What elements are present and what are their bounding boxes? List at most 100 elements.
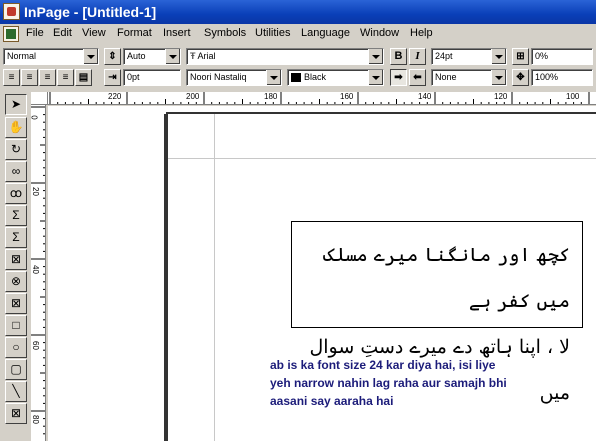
rtl-direction-button[interactable]: ➡ [390,69,407,86]
leading-icon: ⇕ [108,51,117,62]
scale-value: 100% [535,72,559,82]
menu-language[interactable]: Language [301,27,350,39]
page-top-edge [166,112,596,114]
toolbox: ➤ ✋ ↻ ∞ ꝏ Σ Σ ⊠ ⊗ ⊠ □ ○ ▢ ╲ ⊠ [2,92,30,441]
align-center-button[interactable]: ≡ [21,69,38,86]
ruler-v-label: 80 [31,415,40,424]
justify-button[interactable]: ≡ [57,69,74,86]
text-box-icon: Σ [12,208,20,222]
urdu-text-box[interactable]: کچھ اور مانگنا میرے مسلک میں کفر ہے لا ،… [291,221,583,404]
color-dropdown[interactable]: Black [287,69,384,86]
title-bar: InPage - [Untitled-1] [0,0,596,24]
ruler-h-label: 100 [566,92,580,101]
style-dropdown[interactable]: Normal [3,48,99,65]
menu-window[interactable]: Window [360,27,399,39]
ruler-origin[interactable] [31,92,48,105]
bold-button[interactable]: B [390,48,407,65]
tracking-value: 0% [535,51,549,61]
tracking-button[interactable]: ⊞ [512,48,529,65]
menu-symbols[interactable]: Symbols [204,27,246,39]
annotation-text[interactable]: ab is ka font size 24 kar diya hai, isi … [270,356,590,410]
text-tool[interactable]: Σ [5,205,27,226]
rounded-picture-tool[interactable]: ⊠ [5,293,27,314]
horizontal-ruler-ticks [49,92,590,104]
document-canvas[interactable]: کچھ اور مانگنا میرے مسلک میں کفر ہے لا ،… [48,106,596,441]
font-dropdown[interactable]: Ŧ Arial [186,48,384,65]
ruler-v-label: 40 [31,265,40,274]
pointer-tool[interactable]: ➤ [5,94,27,115]
link-icon: ∞ [11,164,21,178]
scale-button[interactable]: ✥ [512,69,529,86]
scale-icon: ✥ [516,72,525,83]
arrow-left-icon: ⬅ [413,72,422,83]
rotate-icon: ↻ [10,142,22,156]
align-center-icon: ≡ [26,72,33,83]
tracking-icon: ⊞ [516,51,525,62]
font-size-value: 24pt [435,51,453,61]
ellipse-tool[interactable]: ○ [5,337,27,358]
ruler-h-label: 180 [264,92,278,101]
justify-icon: ≡ [62,72,69,83]
rectangle-icon: □ [12,318,20,332]
align-left-button[interactable]: ≡ [39,69,56,86]
menu-bar: File Edit View Format Insert Symbols Uti… [0,24,596,44]
line-icon: ╲ [12,384,20,398]
menu-insert[interactable]: Insert [163,27,191,39]
unlink-tool[interactable]: ꝏ [5,183,27,204]
menu-utilities[interactable]: Utilities [255,27,290,39]
align-right-icon: ≡ [8,72,15,83]
ruler-v-label: 0 [31,115,39,119]
page-left-edge [164,114,168,441]
document-icon[interactable] [3,26,19,42]
ruler-v-label: 60 [31,341,40,350]
crossed-line-tool[interactable]: ⊠ [5,403,27,424]
oval-picture-tool[interactable]: ⊗ [5,271,27,292]
picture-box-icon: ⊠ [10,252,22,266]
indent-field[interactable]: 0pt [123,69,181,86]
force-justify-button[interactable]: ▤ [75,69,92,86]
font-size-dropdown[interactable]: 24pt [431,48,507,65]
ruler-v-label: 20 [31,187,40,196]
menu-help[interactable]: Help [410,27,433,39]
leading-dropdown[interactable]: Auto [123,48,181,65]
menu-view[interactable]: View [82,27,106,39]
pointer-icon: ➤ [10,97,22,111]
formatting-toolbar-top: Normal ⇕ Auto Ŧ Arial B I 24pt ⊞ 0% [0,46,596,68]
italic-label: I [415,50,420,62]
rounded-picture-icon: ⊠ [10,296,22,310]
menu-file[interactable]: File [26,27,44,39]
rectangle-tool[interactable]: □ [5,315,27,336]
vertical-ruler[interactable]: 0 20 40 60 80 [31,105,46,441]
urdu-font-value: Noori Nastaliq [190,72,247,82]
color-value: Black [304,72,327,82]
scale-field[interactable]: 100% [531,69,593,86]
link-tool[interactable]: ∞ [5,161,27,182]
hand-tool[interactable]: ✋ [5,117,27,138]
tracking-field[interactable]: 0% [531,48,593,65]
italic-button[interactable]: I [409,48,426,65]
arrow-right-icon: ➡ [394,72,403,83]
ltr-direction-button[interactable]: ⬅ [409,69,426,86]
rounded-rect-tool[interactable]: ▢ [5,359,27,380]
horizontal-ruler[interactable]: 220 200 180 160 140 120 100 [48,92,596,105]
picture-box-tool[interactable]: ⊠ [5,249,27,270]
line-tool[interactable]: ╲ [5,381,27,402]
text-frame-tool[interactable]: Σ [5,227,27,248]
leading-button[interactable]: ⇕ [104,48,121,65]
urdu-font-dropdown[interactable]: Noori Nastaliq [186,69,282,86]
ruler-h-label: 160 [340,92,354,101]
align-right-button[interactable]: ≡ [3,69,20,86]
formatting-toolbar-bottom: ≡ ≡ ≡ ≡ ▤ ⇥ 0pt Noori Nastaliq Black ➡ ⬅… [0,67,596,89]
app-logo-icon[interactable] [3,3,20,20]
rotate-tool[interactable]: ↻ [5,139,27,160]
note-line-3: aasani say aaraha hai [270,394,394,408]
ruler-h-label: 140 [418,92,432,101]
menu-edit[interactable]: Edit [53,27,72,39]
indent-button[interactable]: ⇥ [104,69,121,86]
crossed-line-icon: ⊠ [10,406,22,420]
menu-format[interactable]: Format [117,27,152,39]
shade-dropdown[interactable]: None [431,69,507,86]
rounded-rect-icon: ▢ [10,362,22,376]
font-value: Arial [197,51,216,61]
oval-picture-icon: ⊗ [10,274,22,288]
